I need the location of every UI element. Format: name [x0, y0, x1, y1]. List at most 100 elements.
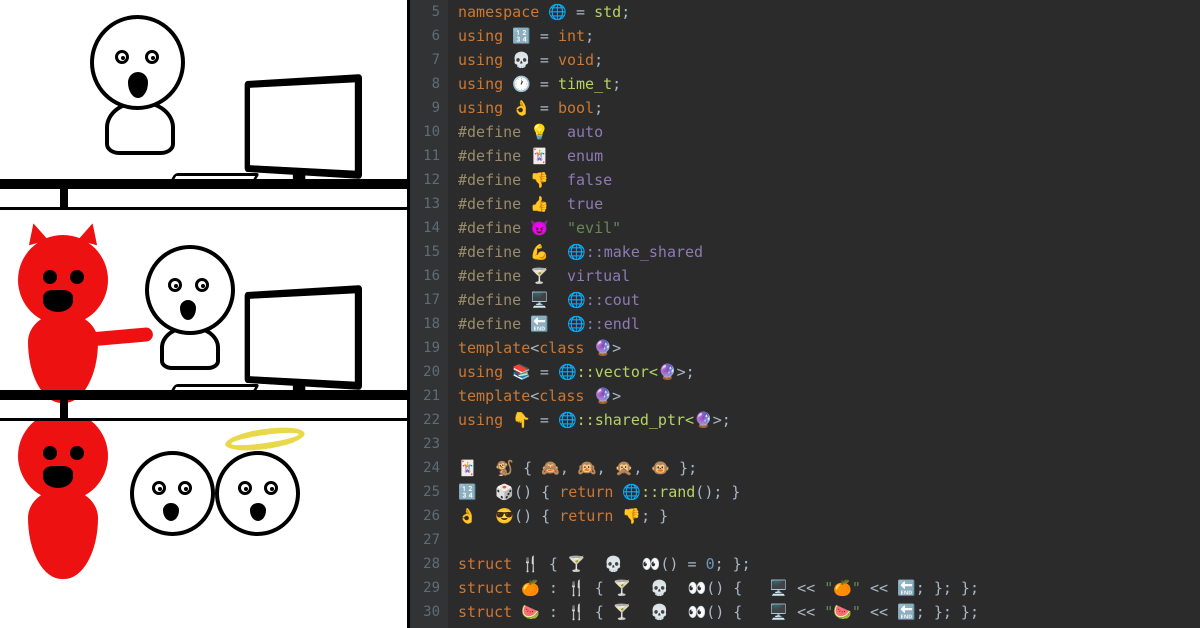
code-token: namespace [458, 0, 548, 24]
code-token: #define [458, 168, 530, 192]
line-number: 30 [410, 600, 440, 624]
code-token: 🎲 [495, 480, 514, 504]
code-token: << [861, 600, 897, 624]
code-line[interactable]: 🔢 🎲() { return 🌐::rand(); } [458, 480, 1200, 504]
line-number: 20 [410, 360, 440, 384]
code-token: class [539, 336, 593, 360]
code-line[interactable]: #define 🍸 virtual [458, 264, 1200, 288]
code-token: = [531, 48, 558, 72]
code-token: false [549, 168, 612, 192]
code-token: < [530, 336, 539, 360]
line-number: 28 [410, 552, 440, 576]
code-token: template [458, 336, 530, 360]
code-editor: 5678910111213141516171819202122232425262… [410, 0, 1200, 628]
code-token: 💀 [604, 552, 641, 576]
line-number: 7 [410, 48, 440, 72]
code-line[interactable]: #define 💡 auto [458, 120, 1200, 144]
code-token: = [531, 360, 558, 384]
code-token: std [594, 0, 621, 24]
code-area[interactable]: namespace 🌐 = std;using 🔢 = int;using 💀 … [448, 0, 1200, 628]
code-line[interactable]: 🃏 🐒 { 🙈, 🙉, 🙊, 🐵 }; [458, 456, 1200, 480]
code-token: , [560, 456, 578, 480]
code-line[interactable]: 👌 😎() { return 👎; } [458, 504, 1200, 528]
code-line[interactable]: #define 😈 "evil" [458, 216, 1200, 240]
code-line[interactable]: #define 👍 true [458, 192, 1200, 216]
code-token: > [612, 336, 621, 360]
code-line[interactable]: #define 👎 false [458, 168, 1200, 192]
code-token: template [458, 384, 530, 408]
code-token: << [788, 600, 824, 624]
code-token: ; [594, 96, 603, 120]
code-line[interactable]: struct 🍊 : 🍴 { 🍸 💀 👀() { 🖥 << "🍊" << 🔚; … [458, 576, 1200, 600]
code-line[interactable]: template<class 🔮> [458, 384, 1200, 408]
code-token: void [558, 48, 594, 72]
code-token: 🌐 [567, 240, 586, 264]
code-token: = [531, 72, 558, 96]
line-number: 21 [410, 384, 440, 408]
code-token: 🔢 [458, 480, 495, 504]
line-number: 22 [410, 408, 440, 432]
monitor-icon [245, 74, 362, 179]
code-token: time_t [558, 72, 612, 96]
code-token: using [458, 408, 512, 432]
code-token: #define [458, 120, 530, 144]
code-token: 🌐 [558, 408, 577, 432]
code-line[interactable]: #define 🃏 enum [458, 144, 1200, 168]
line-number-gutter: 5678910111213141516171819202122232425262… [410, 0, 448, 628]
code-token: = [531, 24, 558, 48]
code-token: enum [549, 144, 603, 168]
code-line[interactable] [458, 528, 1200, 552]
line-number: 27 [410, 528, 440, 552]
code-token: "🍉" [824, 600, 861, 624]
code-line[interactable]: #define 💪 🌐::make_shared [458, 240, 1200, 264]
code-token: 🙈 [541, 456, 560, 480]
code-line[interactable] [458, 432, 1200, 456]
code-token: 💀 [650, 600, 687, 624]
code-line[interactable]: using 🔢 = int; [458, 24, 1200, 48]
code-token: ; [594, 48, 603, 72]
code-token: 🌐 [622, 480, 641, 504]
code-token: 👌 [458, 504, 495, 528]
code-line[interactable]: struct 🍉 : 🍴 { 🍸 💀 👀() { 🖥 << "🍉" << 🔚; … [458, 600, 1200, 624]
code-token: #define [458, 192, 530, 216]
code-line[interactable]: using 📚 = 🌐::vector<🔮>; [458, 360, 1200, 384]
code-token: ::rand [641, 480, 695, 504]
code-token: using [458, 72, 512, 96]
code-token: > [612, 384, 621, 408]
code-token: return [559, 480, 622, 504]
code-token: 💀 [512, 48, 531, 72]
code-token: , [633, 456, 651, 480]
code-token: ::cout [586, 288, 640, 312]
code-token: struct [458, 600, 521, 624]
code-line[interactable]: #define 🖥 🌐::cout [458, 288, 1200, 312]
code-token: int [558, 24, 585, 48]
code-token: 0 [706, 552, 715, 576]
code-token: ::make_shared [586, 240, 703, 264]
code-token: 🔚 [530, 312, 549, 336]
devil-figure [8, 421, 138, 586]
code-token: ; [612, 72, 621, 96]
code-token: struct [458, 576, 521, 600]
code-token: < [530, 384, 539, 408]
code-line[interactable]: #define 🔚 🌐::endl [458, 312, 1200, 336]
code-token: 🔮 [658, 360, 677, 384]
code-line[interactable]: template<class 🔮> [458, 336, 1200, 360]
code-token: struct [458, 552, 521, 576]
code-line[interactable]: using 🕐 = time_t; [458, 72, 1200, 96]
code-line[interactable]: using 👌 = bool; [458, 96, 1200, 120]
code-token: 🍴 [567, 576, 586, 600]
code-token: 🙉 [578, 456, 597, 480]
code-token: << [788, 576, 824, 600]
code-token: bool [558, 96, 594, 120]
line-number: 26 [410, 504, 440, 528]
code-line[interactable]: using 👇 = 🌐::shared_ptr<🔮>; [458, 408, 1200, 432]
code-token: = [531, 408, 558, 432]
code-token: 🕐 [512, 72, 531, 96]
figure-eye [238, 481, 252, 495]
code-line[interactable]: namespace 🌐 = std; [458, 0, 1200, 24]
code-line[interactable]: using 💀 = void; [458, 48, 1200, 72]
code-token: 👀 [642, 552, 661, 576]
code-line[interactable]: struct 🍴 { 🍸 💀 👀() = 0; }; [458, 552, 1200, 576]
code-token: true [549, 192, 603, 216]
code-token: 🃏 [458, 456, 495, 480]
